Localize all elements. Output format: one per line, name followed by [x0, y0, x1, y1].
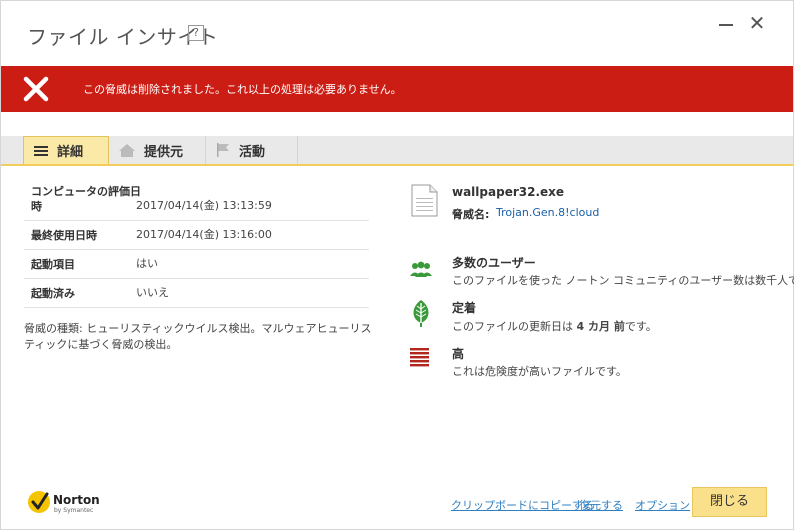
- stat-desc-part: です。: [624, 320, 657, 333]
- detail-value: はい: [136, 257, 158, 270]
- detail-key: 最終使用日時: [31, 229, 97, 242]
- tab-activity[interactable]: 活動: [206, 136, 298, 164]
- tab-activity-label: 活動: [239, 144, 266, 160]
- stat-title: 定着: [452, 301, 477, 315]
- stat-title: 高: [452, 347, 465, 361]
- threat-type-text: 脅威の種類: ヒューリスティックウイルス検出。マルウェアヒューリスティックに基づ…: [24, 322, 372, 351]
- detail-row: 起動項目 はい: [24, 250, 369, 279]
- home-icon: [119, 143, 135, 157]
- close-button[interactable]: 閉じる: [692, 487, 767, 517]
- detail-row: コンピュータの評価日時 2017/04/14(金) 13:13:59: [24, 179, 369, 221]
- detail-value: 2017/04/14(金) 13:16:00: [136, 228, 272, 241]
- risk-bars-icon: [410, 348, 429, 367]
- copy-to-clipboard-link[interactable]: クリップボードにコピーする: [451, 497, 594, 513]
- stat-title: 多数のユーザー: [452, 256, 536, 270]
- stat-desc: これは危険度が高いファイルです。: [452, 365, 627, 378]
- stat-desc-bold: 4 カ月 前: [576, 320, 625, 333]
- stat-desc: このファイルを使った ノートン コミュニティのユーザー数は数千人です。: [452, 274, 794, 287]
- restore-link[interactable]: 復元する: [579, 497, 623, 513]
- flag-icon: [217, 143, 229, 157]
- tab-bar: 詳細 提供元 活動: [1, 136, 793, 166]
- detail-key: 起動済み: [31, 287, 75, 300]
- threat-name-link[interactable]: Trojan.Gen.8!cloud: [496, 206, 599, 219]
- options-link[interactable]: オプション: [635, 497, 690, 513]
- help-button[interactable]: ?: [188, 25, 204, 41]
- logo-subtitle: by Symantec: [54, 507, 94, 514]
- detail-row: 最終使用日時 2017/04/14(金) 13:16:00: [24, 221, 369, 250]
- alert-banner: この脅威は削除されました。これ以上の処理は必要ありません。: [1, 66, 793, 112]
- tab-source-label: 提供元: [144, 144, 184, 160]
- tab-source[interactable]: 提供元: [109, 136, 206, 164]
- detail-key: 起動項目: [31, 258, 75, 271]
- detail-value: 2017/04/14(金) 13:13:59: [136, 199, 272, 212]
- close-window-button[interactable]: ✕: [747, 13, 767, 33]
- alert-message: この脅威は削除されました。これ以上の処理は必要ありません。: [83, 83, 402, 96]
- leaf-icon: [413, 300, 429, 327]
- minimize-button[interactable]: [716, 13, 736, 33]
- tab-details-label: 詳細: [57, 145, 84, 160]
- detail-value: いいえ: [136, 286, 169, 299]
- file-insight-window: ファイル インサイト ? ✕ この脅威は削除されました。これ以上の処理は必要あり…: [0, 0, 794, 530]
- stat-desc: このファイルの更新日は 4 カ月 前です。: [452, 318, 657, 334]
- menu-lines-icon: [34, 145, 48, 156]
- users-icon: [410, 261, 432, 277]
- close-x-icon: [23, 76, 49, 102]
- stat-desc-part: このファイルの更新日は: [452, 320, 577, 333]
- detail-row: 起動済み いいえ: [24, 279, 369, 308]
- detail-key: コンピュータの評価日時: [31, 185, 141, 213]
- file-icon: [411, 184, 438, 217]
- file-name: wallpaper32.exe: [452, 185, 565, 199]
- logo-name: Norton: [53, 493, 100, 507]
- details-table: コンピュータの評価日時 2017/04/14(金) 13:13:59 最終使用日…: [24, 179, 369, 308]
- threat-name-label: 脅威名:: [452, 208, 490, 221]
- tab-details[interactable]: 詳細: [23, 136, 109, 164]
